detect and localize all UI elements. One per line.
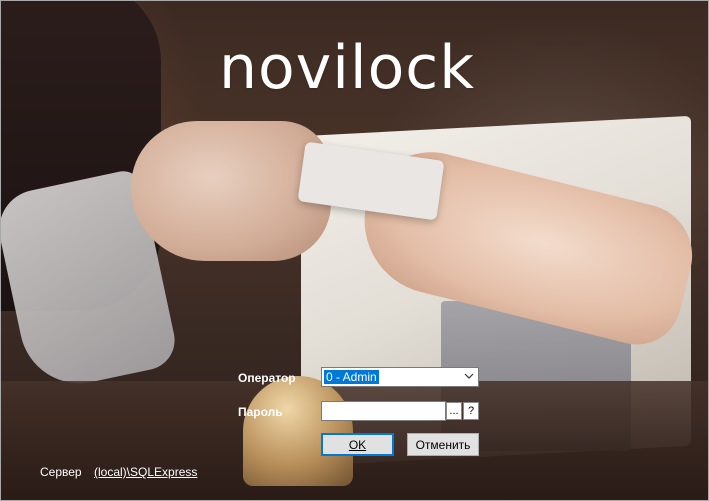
cancel-button-label: Отменить (415, 437, 471, 452)
chevron-down-icon[interactable] (464, 371, 474, 381)
ok-button[interactable]: OK (321, 433, 394, 456)
password-browse-button[interactable]: ... (446, 402, 462, 420)
photo-service-bell (243, 376, 353, 486)
password-label: Пароль (238, 405, 283, 419)
help-button[interactable]: ? (463, 402, 479, 420)
server-link[interactable]: (local)\SQLExpress (94, 465, 197, 479)
operator-label: Оператор (238, 371, 296, 385)
operator-selected-value: 0 - Admin (324, 370, 379, 384)
login-window: novilock Оператор 0 - Admin Пароль ... ?… (0, 0, 709, 501)
ok-button-label: OK (348, 437, 367, 452)
cancel-button[interactable]: Отменить (407, 433, 479, 456)
operator-select[interactable]: 0 - Admin (321, 367, 479, 387)
server-label: Сервер (40, 465, 82, 479)
app-logo: novilock (219, 33, 476, 103)
password-field[interactable] (321, 401, 446, 421)
